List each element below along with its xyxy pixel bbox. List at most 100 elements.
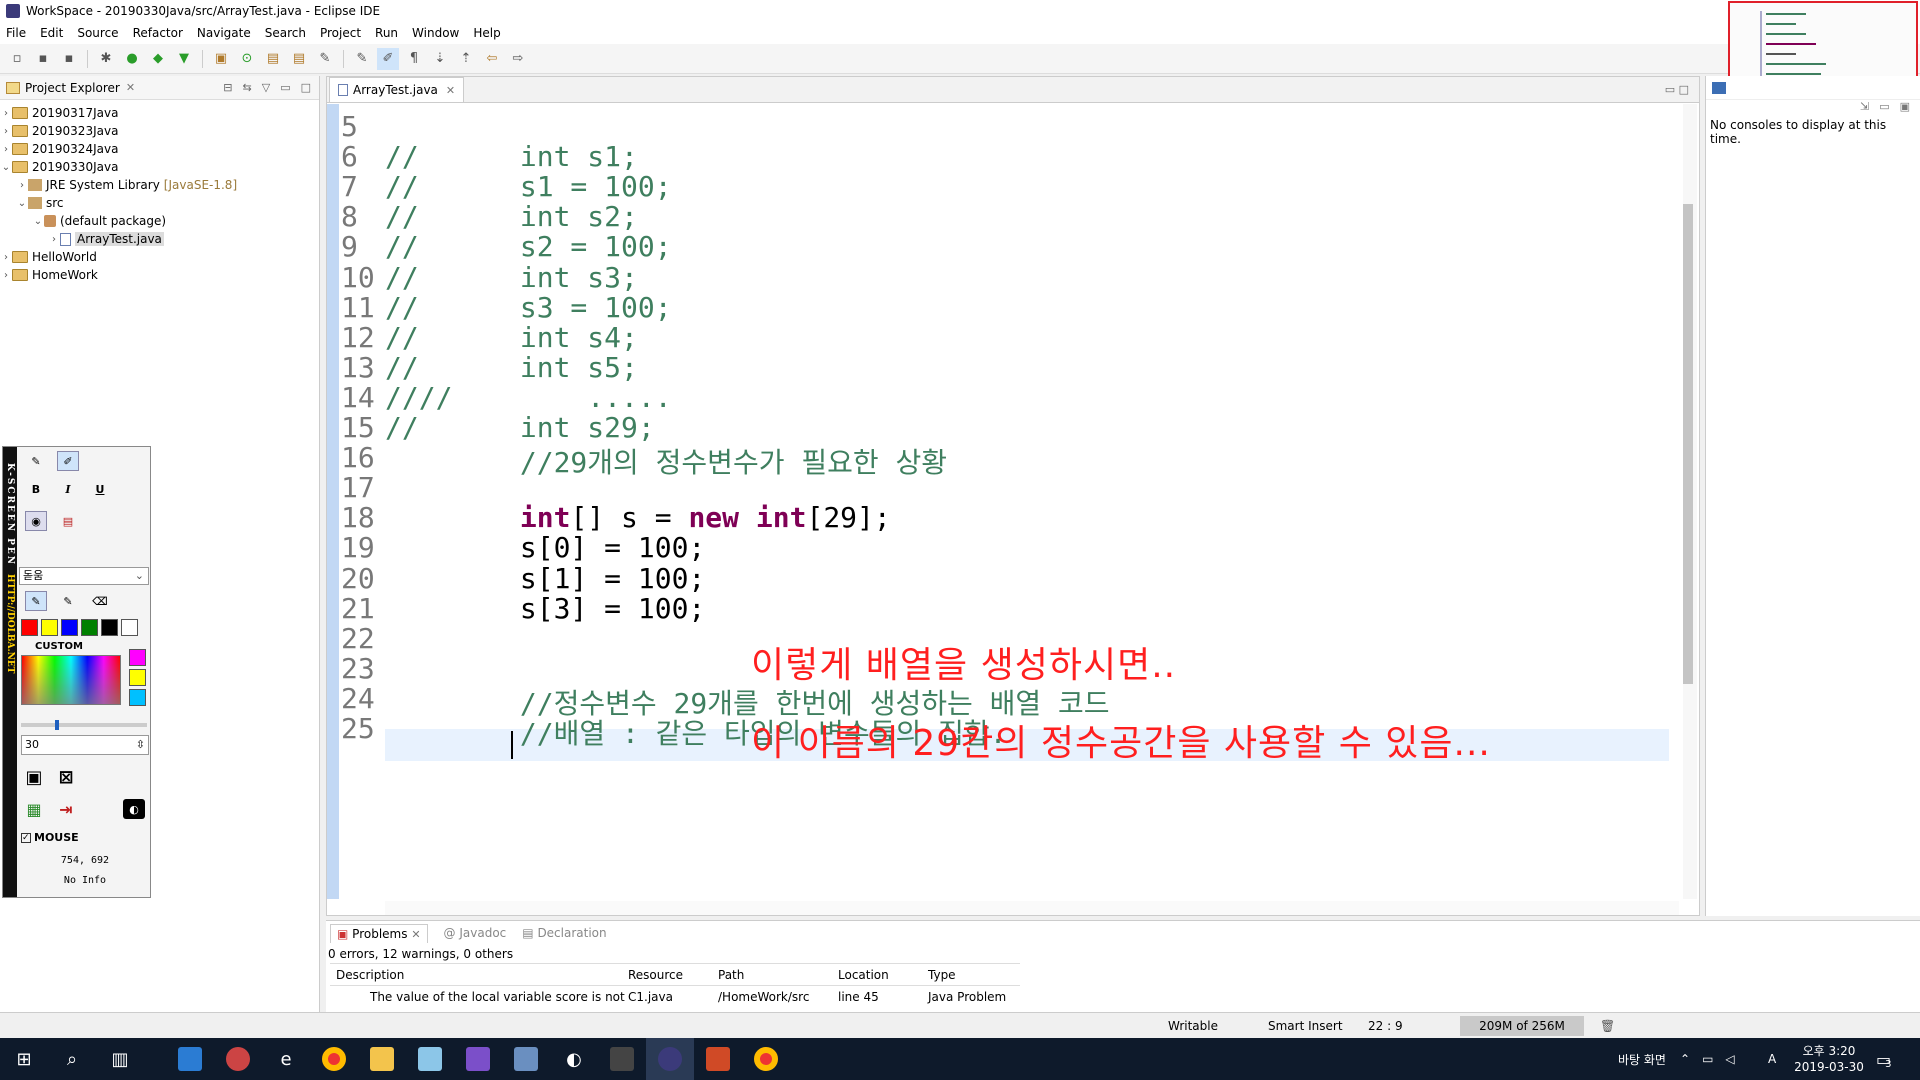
code-line[interactable]: // s3 = 100; <box>385 291 672 324</box>
code-line[interactable]: // int s3; <box>385 261 638 294</box>
gc-icon[interactable]: 🗑 <box>1592 1013 1615 1039</box>
console-toolbar[interactable]: ⇲ ▭ ▣ <box>1706 100 1920 118</box>
column-description[interactable]: Description <box>330 968 628 982</box>
chrome-icon[interactable] <box>310 1038 358 1080</box>
visual-studio-icon[interactable] <box>454 1038 502 1080</box>
debug-icon[interactable]: ✱ <box>95 48 117 70</box>
code-line[interactable]: int[] s = new int[29]; <box>385 501 891 534</box>
save-icon[interactable]: ▪ <box>32 48 54 70</box>
editor-tab-arraytest[interactable]: ArrayTest.java ✕ <box>329 77 465 102</box>
search-icon[interactable]: ⌕ <box>48 1038 96 1080</box>
open-type-icon[interactable]: ▤ <box>262 48 284 70</box>
pen-tool-icon[interactable]: ✎ <box>25 591 47 611</box>
task-view-icon[interactable]: ▥ <box>96 1038 144 1080</box>
show-whitespace-icon[interactable]: ¶ <box>403 48 425 70</box>
console-tab[interactable] <box>1706 76 1920 100</box>
app-icon[interactable] <box>214 1038 262 1080</box>
file-explorer-icon[interactable] <box>358 1038 406 1080</box>
tab-javadoc[interactable]: @ Javadoc <box>444 926 507 940</box>
color-red[interactable] <box>21 619 38 636</box>
powerpoint-icon[interactable] <box>694 1038 742 1080</box>
start-icon[interactable]: ⊞ <box>0 1038 48 1080</box>
exit-icon[interactable]: ⇥ <box>55 799 77 819</box>
capture-icon[interactable]: ⊠ <box>55 767 77 788</box>
highlighter-icon[interactable]: ✎ <box>57 591 79 611</box>
tree-item-jre[interactable]: › JRE System Library [JavaSE-1.8] <box>0 176 319 194</box>
prev-annotation-icon[interactable]: ⇡ <box>455 48 477 70</box>
color-magenta[interactable] <box>129 649 146 666</box>
heap-status[interactable]: 209M of 256M <box>1460 1016 1584 1036</box>
code-line[interactable]: // int s2; <box>385 200 638 233</box>
code-line[interactable]: // s2 = 100; <box>385 230 672 263</box>
scroll-thumb[interactable] <box>1683 204 1693 684</box>
color-black[interactable] <box>101 619 118 636</box>
pencil-icon[interactable]: ✎ <box>25 451 47 471</box>
cursor-pen-icon[interactable]: ✐ <box>57 451 79 471</box>
tree-item-project[interactable]: › 20190323Java <box>0 122 319 140</box>
minimize-icon[interactable]: ▭ <box>280 81 290 94</box>
column-location[interactable]: Location <box>838 968 928 982</box>
notepad-icon[interactable] <box>406 1038 454 1080</box>
code-line[interactable]: //29개의 정수변수가 필요한 상황 <box>385 441 947 481</box>
column-path[interactable]: Path <box>718 968 838 982</box>
code-line[interactable]: // int s29; <box>385 411 655 444</box>
code-line[interactable]: // int s1; <box>385 140 638 173</box>
color-blue[interactable] <box>61 619 78 636</box>
remote-icon[interactable] <box>502 1038 550 1080</box>
external-tools-icon[interactable]: ▼ <box>173 48 195 70</box>
column-type[interactable]: Type <box>928 968 1018 982</box>
tree-item-project[interactable]: › 20190317Java <box>0 104 319 122</box>
save-icon[interactable]: ▣ <box>23 767 45 788</box>
close-icon[interactable]: ✕ <box>446 84 455 97</box>
eclipse-taskbar-icon[interactable] <box>646 1038 694 1080</box>
desktop-label[interactable]: 바탕 화면 <box>1618 1038 1666 1080</box>
tree-item-src[interactable]: ⌄ src <box>0 194 319 212</box>
italic-button[interactable]: I <box>57 479 79 499</box>
chrome-2-icon[interactable] <box>742 1038 790 1080</box>
menu-navigate[interactable]: Navigate <box>197 26 251 40</box>
menu-refactor[interactable]: Refactor <box>133 26 183 40</box>
tree-item-project[interactable]: › HelloWorld <box>0 248 319 266</box>
bold-button[interactable]: B <box>25 479 47 499</box>
color-picker[interactable] <box>21 655 121 705</box>
next-annotation-icon[interactable]: ⇣ <box>429 48 451 70</box>
store-icon[interactable] <box>166 1038 214 1080</box>
search-tool-icon[interactable]: ✎ <box>314 48 336 70</box>
menu-source[interactable]: Source <box>77 26 118 40</box>
table-row[interactable]: The value of the local variable score is… <box>330 986 1020 1008</box>
media-icon[interactable]: ◐ <box>550 1038 598 1080</box>
image-icon[interactable]: ▦ <box>23 799 45 819</box>
menu-edit[interactable]: Edit <box>40 26 63 40</box>
editor-window-controls[interactable]: ▭ □ <box>1665 83 1699 96</box>
menu-search[interactable]: Search <box>265 26 306 40</box>
menu-run[interactable]: Run <box>375 26 398 40</box>
color-white[interactable] <box>121 619 138 636</box>
korean-flag-icon[interactable]: ◉ <box>25 511 47 531</box>
toggle-mark-icon[interactable]: ✎ <box>351 48 373 70</box>
menu-file[interactable]: File <box>6 26 26 40</box>
clock[interactable]: 오후 3:20 2019-03-30 <box>1794 1038 1864 1080</box>
notification-icon[interactable]: ▭ 3 <box>1876 1038 1892 1080</box>
color-yellow-2[interactable] <box>129 669 146 686</box>
tree-item-file[interactable]: › ArrayTest.java <box>0 230 319 248</box>
horizontal-scrollbar[interactable] <box>385 901 1679 915</box>
edge-icon[interactable]: e <box>262 1038 310 1080</box>
maximize-icon[interactable]: □ <box>301 81 311 94</box>
collapse-all-icon[interactable]: ⊟ <box>223 81 232 94</box>
toggle-icon[interactable]: ◐ <box>123 799 145 819</box>
code-line[interactable]: // int s4; <box>385 321 638 354</box>
code-line[interactable]: //// ..... <box>385 381 672 414</box>
project-explorer-tab[interactable]: Project Explorer ✕ ⊟ ⇆ ▽ ▭ □ <box>0 76 319 100</box>
color-cyan[interactable] <box>129 689 146 706</box>
menu-window[interactable]: Window <box>412 26 459 40</box>
code-line[interactable]: s[1] = 100; <box>385 562 705 595</box>
tab-problems[interactable]: ▣ Problems ✕ <box>330 923 428 943</box>
new-class-icon[interactable]: ⊙ <box>236 48 258 70</box>
eraser-icon[interactable]: ⌫ <box>89 591 111 611</box>
link-editor-icon[interactable]: ⇆ <box>243 81 252 94</box>
color-green[interactable] <box>81 619 98 636</box>
mouse-toggle[interactable]: ✓ MOUSE <box>21 831 79 844</box>
code-line[interactable]: s[0] = 100; <box>385 531 705 564</box>
system-tray[interactable]: ⌃ ▭ ◁ <box>1680 1038 1735 1080</box>
size-slider[interactable] <box>21 720 147 730</box>
